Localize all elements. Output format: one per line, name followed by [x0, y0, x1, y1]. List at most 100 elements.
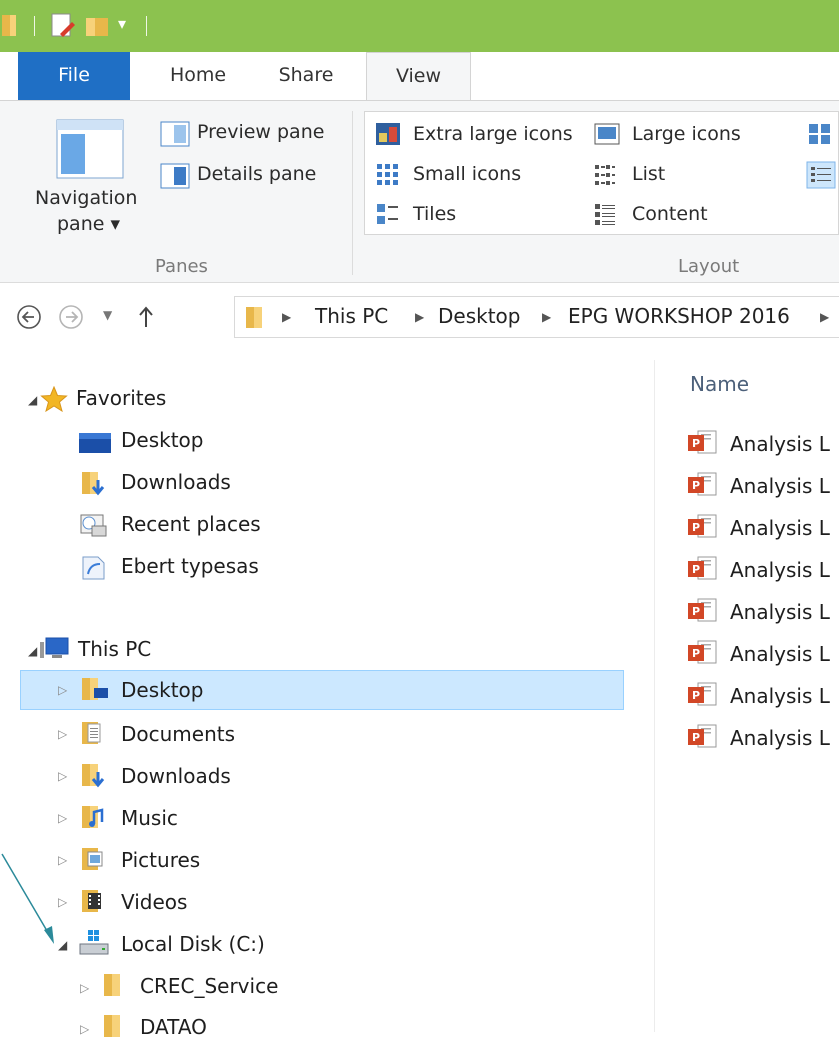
powerpoint-file-icon: P	[688, 724, 717, 748]
file-name: Analysis L	[730, 600, 830, 624]
star-icon	[40, 386, 68, 412]
expand-triangle-icon[interactable]: ▷	[58, 727, 67, 741]
folder-icon	[104, 1015, 120, 1037]
file-row[interactable]: P Analysis L	[686, 556, 830, 582]
expand-triangle-icon[interactable]: ▷	[58, 811, 67, 825]
file-name: Analysis L	[730, 726, 830, 750]
navigation-pane-button[interactable]: Navigation	[35, 187, 137, 209]
expand-triangle-icon[interactable]: ▷	[80, 981, 89, 995]
desktop-folder-icon	[82, 678, 108, 700]
breadcrumb-separator-icon[interactable]: ▶	[542, 310, 551, 324]
nav-favorites[interactable]: Favorites	[76, 386, 166, 410]
computer-icon	[40, 637, 69, 658]
file-row[interactable]: P Analysis L	[686, 598, 830, 624]
navigation-pane-icon[interactable]	[56, 119, 124, 181]
qat-separator	[146, 16, 147, 36]
extra-large-icons-icon	[376, 123, 400, 145]
nav-local-disk-c[interactable]: Local Disk (C:)	[121, 932, 265, 956]
extra-large-icons-option[interactable]: Extra large icons	[413, 123, 573, 145]
details-pane-button[interactable]: Details pane	[197, 163, 316, 185]
title-bar: ▾	[0, 0, 839, 52]
file-name: Analysis L	[730, 432, 830, 456]
file-row[interactable]: P Analysis L	[686, 472, 830, 498]
tiles-icon	[377, 204, 398, 224]
downloads-folder-icon	[82, 764, 105, 788]
preview-pane-button[interactable]: Preview pane	[197, 121, 324, 143]
navigation-pane-dropdown[interactable]: pane ▾	[57, 213, 120, 235]
file-row[interactable]: P Analysis L	[686, 514, 830, 540]
expand-triangle-icon[interactable]: ▷	[58, 769, 67, 783]
recent-locations-icon[interactable]: ▼	[103, 308, 112, 322]
list-option[interactable]: List	[632, 163, 665, 185]
breadcrumb-epg-workshop[interactable]: EPG WORKSHOP 2016	[568, 304, 790, 328]
svg-text:P: P	[692, 647, 700, 660]
small-icons-option[interactable]: Small icons	[413, 163, 521, 185]
file-row[interactable]: P Analysis L	[686, 682, 830, 708]
powerpoint-file-icon: P	[688, 598, 717, 622]
forward-icon[interactable]	[58, 304, 84, 330]
nav-this-pc[interactable]: This PC	[78, 637, 151, 661]
svg-text:P: P	[692, 521, 700, 534]
column-header-name[interactable]: Name	[690, 372, 749, 396]
file-name: Analysis L	[730, 474, 830, 498]
breadcrumb-this-pc[interactable]: This PC	[315, 304, 388, 328]
collapse-triangle-icon[interactable]: ◢	[28, 644, 37, 658]
powerpoint-file-icon: P	[688, 514, 717, 538]
medium-icons-icon	[809, 124, 830, 144]
tab-file[interactable]: File	[18, 52, 130, 101]
nav-pc-pictures[interactable]: Pictures	[121, 848, 200, 872]
svg-text:P: P	[692, 437, 700, 450]
back-icon[interactable]	[16, 304, 42, 330]
music-folder-icon	[82, 806, 104, 828]
collapse-triangle-icon[interactable]: ◢	[28, 393, 37, 407]
file-row[interactable]: P Analysis L	[686, 640, 830, 666]
nav-disk-crec-service[interactable]: CREC_Service	[140, 974, 278, 998]
breadcrumb-desktop[interactable]: Desktop	[438, 304, 520, 328]
nav-pc-desktop[interactable]: Desktop	[121, 678, 203, 702]
expand-triangle-icon[interactable]: ▷	[80, 1022, 89, 1036]
nav-fav-recent-places[interactable]: Recent places	[121, 512, 261, 536]
new-folder-icon[interactable]	[84, 12, 110, 40]
svg-text:P: P	[692, 689, 700, 702]
file-name: Analysis L	[730, 558, 830, 582]
nav-pc-documents[interactable]: Documents	[121, 722, 235, 746]
large-icons-option[interactable]: Large icons	[632, 123, 741, 145]
file-row[interactable]: P Analysis L	[686, 430, 830, 456]
nav-fav-ebert-typesas[interactable]: Ebert typesas	[121, 554, 259, 578]
large-icons-icon	[594, 123, 620, 145]
folder-icon	[2, 15, 16, 36]
annotation-arrow	[1, 853, 54, 944]
tab-view[interactable]: View	[366, 52, 471, 102]
tiles-option[interactable]: Tiles	[413, 203, 456, 225]
nav-fav-downloads[interactable]: Downloads	[121, 470, 231, 494]
list-icon	[595, 165, 615, 185]
qat-dropdown-icon[interactable]: ▾	[118, 14, 126, 33]
powerpoint-file-icon: P	[688, 472, 717, 496]
up-icon[interactable]	[136, 304, 156, 330]
details-view-icon[interactable]	[806, 161, 836, 189]
expand-triangle-icon[interactable]: ▷	[58, 683, 67, 697]
nav-disk-datao[interactable]: DATAO	[140, 1015, 207, 1039]
nav-pc-music[interactable]: Music	[121, 806, 178, 830]
nav-fav-desktop[interactable]: Desktop	[121, 428, 203, 452]
tab-share[interactable]: Share	[258, 52, 354, 101]
preview-pane-icon	[160, 121, 190, 147]
file-row[interactable]: P Analysis L	[686, 724, 830, 750]
breadcrumb-separator-icon[interactable]: ▶	[820, 310, 829, 324]
file-name: Analysis L	[730, 684, 830, 708]
powerpoint-file-icon: P	[688, 640, 717, 664]
properties-icon[interactable]	[50, 12, 76, 40]
breadcrumb-separator-icon[interactable]: ▶	[282, 310, 291, 324]
details-pane-icon	[160, 163, 190, 189]
nav-pc-downloads[interactable]: Downloads	[121, 764, 231, 788]
nav-pc-videos[interactable]: Videos	[121, 890, 187, 914]
videos-folder-icon	[82, 890, 101, 912]
local-disk-icon	[79, 930, 109, 955]
breadcrumb-separator-icon[interactable]: ▶	[415, 310, 424, 324]
powerpoint-file-icon: P	[688, 556, 717, 580]
powerpoint-file-icon: P	[688, 430, 717, 454]
content-option[interactable]: Content	[632, 203, 708, 225]
pane-splitter[interactable]	[654, 360, 655, 1032]
layout-group-label: Layout	[678, 256, 740, 277]
tab-home[interactable]: Home	[148, 52, 248, 101]
